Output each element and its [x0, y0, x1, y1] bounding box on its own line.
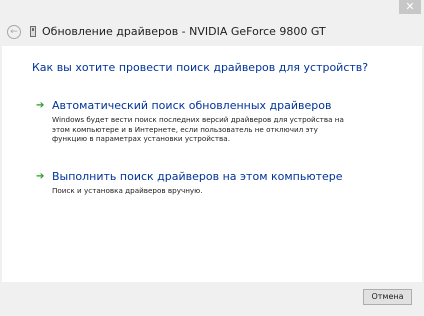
browse-computer-description: Поиск и установка драйверов вручную. [52, 186, 203, 195]
browse-computer-title[interactable]: Выполнить поиск драйверов на этом компью… [52, 170, 343, 183]
close-button[interactable]: ✕ [399, 0, 421, 14]
cancel-button[interactable]: Отмена [363, 289, 412, 305]
green-arrow-icon: ➔ [36, 100, 45, 111]
auto-search-description: Windows будет вести поиск последних верс… [52, 115, 344, 143]
green-arrow-icon: ➔ [36, 171, 45, 182]
back-arrow-icon: ← [10, 27, 18, 37]
content-panel: Как вы хотите провести поиск драйверов д… [2, 46, 422, 282]
page-heading: Как вы хотите провести поиск драйверов д… [32, 61, 369, 74]
title-bar: ✕ [0, 0, 424, 20]
back-button[interactable]: ← [7, 25, 21, 39]
device-icon [30, 26, 36, 37]
update-drivers-window: ✕ ← Обновление драйверов - NVIDIA GeForc… [0, 0, 424, 316]
window-title: Обновление драйверов - NVIDIA GeForce 98… [42, 25, 326, 38]
footer: Отмена [0, 282, 424, 316]
close-icon: ✕ [405, 0, 415, 13]
auto-search-title[interactable]: Автоматический поиск обновленных драйвер… [52, 99, 331, 112]
navigation-bar: ← Обновление драйверов - NVIDIA GeForce … [0, 20, 424, 44]
